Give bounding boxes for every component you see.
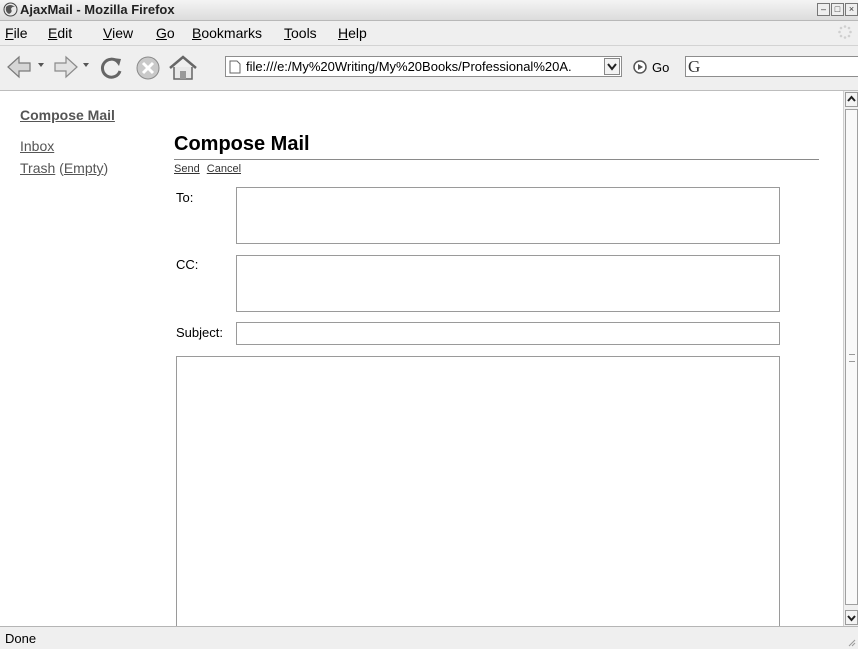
- home-icon[interactable]: [167, 54, 199, 82]
- chevron-up-icon: [847, 95, 856, 102]
- page-content: Compose Mail Inbox Trash (Empty) Compose…: [0, 91, 843, 626]
- minimize-button[interactable]: –: [817, 3, 830, 16]
- cc-label: CC:: [176, 257, 199, 272]
- scroll-up-button[interactable]: [845, 92, 858, 107]
- vertical-scrollbar[interactable]: [843, 91, 858, 626]
- search-input[interactable]: [710, 57, 850, 76]
- menu-view[interactable]: View: [103, 25, 133, 41]
- scroll-down-button[interactable]: [845, 610, 858, 625]
- url-history-dropdown[interactable]: [604, 58, 620, 75]
- chevron-down-icon: [607, 63, 617, 71]
- trash-row: Trash (Empty): [20, 160, 108, 176]
- window-titlebar: AjaxMail - Mozilla Firefox – □ ×: [0, 0, 858, 21]
- page-title: Compose Mail: [174, 133, 310, 155]
- inbox-link[interactable]: Inbox: [20, 138, 54, 154]
- cc-field[interactable]: [236, 255, 780, 312]
- stop-icon[interactable]: [134, 54, 162, 82]
- reload-icon[interactable]: [96, 54, 126, 82]
- resize-grip-icon[interactable]: [846, 637, 856, 647]
- menu-bar: File Edit View Go Bookmarks Tools Help: [0, 21, 858, 46]
- subject-field[interactable]: [236, 322, 780, 345]
- url-input[interactable]: [246, 57, 598, 76]
- status-bar: Done: [0, 626, 858, 649]
- page-icon: [229, 60, 241, 74]
- chevron-down-icon: [847, 615, 856, 622]
- empty-trash-link[interactable]: Empty: [64, 160, 104, 176]
- firefox-icon: [3, 2, 18, 17]
- compose-mail-link[interactable]: Compose Mail: [20, 107, 115, 123]
- back-dropdown-icon[interactable]: [37, 61, 45, 69]
- compose-actions: Send Cancel: [174, 163, 245, 175]
- menu-file[interactable]: File: [5, 25, 28, 41]
- message-body-field[interactable]: [176, 356, 780, 626]
- trash-link[interactable]: Trash: [20, 160, 55, 176]
- subject-label: Subject:: [176, 325, 223, 340]
- scroll-grip: [849, 354, 855, 362]
- address-bar: [225, 56, 622, 77]
- maximize-button[interactable]: □: [831, 3, 844, 16]
- menu-bookmarks[interactable]: Bookmarks: [192, 25, 262, 41]
- scroll-thumb[interactable]: [845, 109, 858, 605]
- back-icon[interactable]: [6, 54, 34, 80]
- to-label: To:: [176, 190, 194, 205]
- menu-edit[interactable]: Edit: [48, 25, 72, 41]
- cancel-link[interactable]: Cancel: [207, 163, 241, 175]
- menu-tools[interactable]: Tools: [284, 25, 317, 41]
- menu-go[interactable]: Go: [156, 25, 175, 41]
- status-text: Done: [5, 631, 37, 646]
- title-divider: [174, 159, 819, 160]
- forward-icon[interactable]: [51, 54, 79, 80]
- menu-help[interactable]: Help: [338, 25, 367, 41]
- search-bar: G: [685, 56, 858, 77]
- window-title: AjaxMail - Mozilla Firefox: [20, 2, 175, 17]
- go-button[interactable]: Go: [652, 60, 669, 75]
- forward-dropdown-icon[interactable]: [82, 61, 90, 69]
- close-button[interactable]: ×: [845, 3, 858, 16]
- go-arrow-icon[interactable]: [633, 60, 647, 74]
- search-engine-icon[interactable]: G: [688, 57, 700, 77]
- send-link[interactable]: Send: [174, 163, 200, 175]
- navigation-toolbar: Go G: [0, 46, 858, 91]
- throbber-icon: [838, 25, 852, 39]
- paren-close: ): [103, 160, 109, 176]
- to-field[interactable]: [236, 187, 780, 244]
